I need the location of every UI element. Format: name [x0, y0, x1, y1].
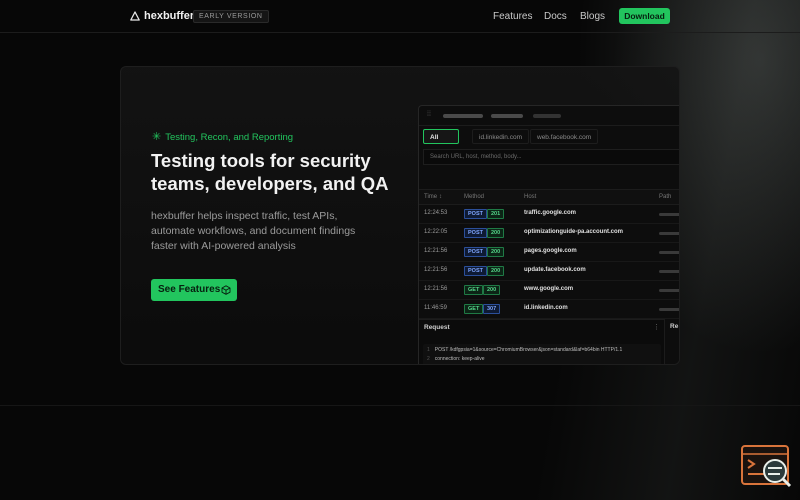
status-badge: 307	[483, 304, 501, 314]
row-time: 12:21:56	[424, 248, 448, 254]
see-features-button[interactable]: See Features	[151, 279, 237, 301]
method-badge: GET	[464, 285, 484, 295]
status-badge: 200	[487, 266, 505, 276]
row-path-placeholder	[659, 308, 679, 311]
row-time: 12:21:56	[424, 267, 448, 273]
search-input[interactable]: Search URL, host, method, body...	[423, 149, 679, 165]
table-row[interactable]: 12:21:56 POST 200 pages.google.com	[419, 243, 679, 262]
table-row[interactable]: 11:46:59 GET 307 id.linkedin.com	[419, 300, 679, 319]
column-header-time[interactable]: Time	[424, 194, 437, 200]
method-badge: POST	[464, 228, 487, 238]
hero-card: ✳ Testing, Recon, and Reporting Testing t…	[120, 66, 680, 365]
request-title: Request	[424, 324, 450, 331]
tab-facebook[interactable]: web.facebook.com	[530, 129, 599, 144]
row-time: 12:22:05	[424, 229, 448, 235]
nav-link-features[interactable]: Features	[493, 11, 532, 22]
row-path-placeholder	[659, 251, 679, 254]
row-host: pages.google.com	[524, 248, 577, 254]
method-badge: POST	[464, 209, 487, 219]
row-path-placeholder	[659, 270, 679, 273]
terminal-search-icon[interactable]	[740, 444, 792, 488]
response-title: Re	[670, 323, 679, 330]
app-toolbar: ⁞⁞	[419, 106, 679, 126]
row-time: 12:21:56	[424, 286, 448, 292]
cube-icon	[221, 285, 231, 295]
tagline-text: Testing, Recon, and Reporting	[165, 132, 294, 143]
tab-all-history[interactable]: All History	[423, 129, 460, 156]
toolbar-pill	[443, 114, 483, 118]
hero-headline: Testing tools for security teams, develo…	[151, 150, 389, 194]
early-version-badge: EARLY VERSION	[193, 10, 269, 23]
method-badge: POST	[464, 247, 487, 257]
app-preview: ⁞⁞ All History id.linkedin.com web.faceb…	[418, 105, 679, 364]
see-features-label: See Features	[158, 284, 221, 295]
sparkle-icon: ✳	[152, 131, 162, 143]
row-host: id.linkedin.com	[524, 305, 568, 311]
code-line: 1 POST /kdfgpsia=1&source=ChromiumBrowser…	[427, 347, 623, 353]
hero-tagline: ✳ Testing, Recon, and Reporting	[152, 130, 293, 143]
toolbar-pill	[491, 114, 523, 118]
row-time: 11:46:59	[424, 305, 447, 311]
brand-name[interactable]: hexbuffer	[144, 10, 194, 22]
nav-link-blogs[interactable]: Blogs	[580, 11, 605, 22]
tab-linkedin[interactable]: id.linkedin.com	[472, 129, 529, 144]
status-badge: 201	[487, 209, 505, 219]
table-row[interactable]: 12:24:53 POST 201 traffic.google.com	[419, 205, 679, 224]
status-badge: 200	[483, 285, 501, 295]
sort-arrow-icon: ↕	[439, 194, 442, 200]
column-header-path[interactable]: Path	[659, 194, 671, 200]
section-divider	[0, 405, 800, 406]
triangle-logo-icon	[130, 11, 140, 21]
table-row[interactable]: 12:22:05 POST 200 optimizationguide-pa.a…	[419, 224, 679, 243]
toolbar-pill	[533, 114, 561, 118]
row-host: traffic.google.com	[524, 210, 577, 216]
nav-link-docs[interactable]: Docs	[544, 11, 567, 22]
hero-description: hexbuffer helps inspect traffic, test AP…	[151, 210, 356, 252]
table-header: Time ↕ Method Host Path	[419, 189, 679, 205]
table-row[interactable]: 12:21:56 GET 200 www.google.com	[419, 281, 679, 300]
status-badge: 200	[487, 228, 505, 238]
request-code: 1 POST /kdfgpsia=1&source=ChromiumBrowser…	[423, 344, 661, 364]
more-options-icon[interactable]: ⋮	[653, 323, 660, 331]
row-time: 12:24:53	[424, 210, 448, 216]
grid-icon: ⁞⁞	[427, 111, 431, 118]
code-line: 2 connection: keep-alive	[427, 356, 485, 362]
status-badge: 200	[487, 247, 505, 257]
row-path-placeholder	[659, 232, 679, 235]
row-host: optimizationguide-pa.account.com	[524, 229, 624, 235]
column-header-host[interactable]: Host	[524, 194, 536, 200]
column-header-method[interactable]: Method	[464, 194, 484, 200]
table-row[interactable]: 12:21:56 POST 200 update.facebook.com	[419, 262, 679, 281]
top-nav: hexbuffer EARLY VERSION Features Docs Bl…	[0, 0, 800, 33]
request-panel: Request ⋮ 1 POST /kdfgpsia=1&source=Chrom…	[419, 319, 665, 364]
download-button[interactable]: Download	[619, 8, 670, 24]
row-host: www.google.com	[524, 286, 574, 292]
row-host: update.facebook.com	[524, 267, 586, 273]
row-path-placeholder	[659, 213, 679, 216]
method-badge: POST	[464, 266, 487, 276]
row-path-placeholder	[659, 289, 679, 292]
method-badge: GET	[464, 304, 484, 314]
